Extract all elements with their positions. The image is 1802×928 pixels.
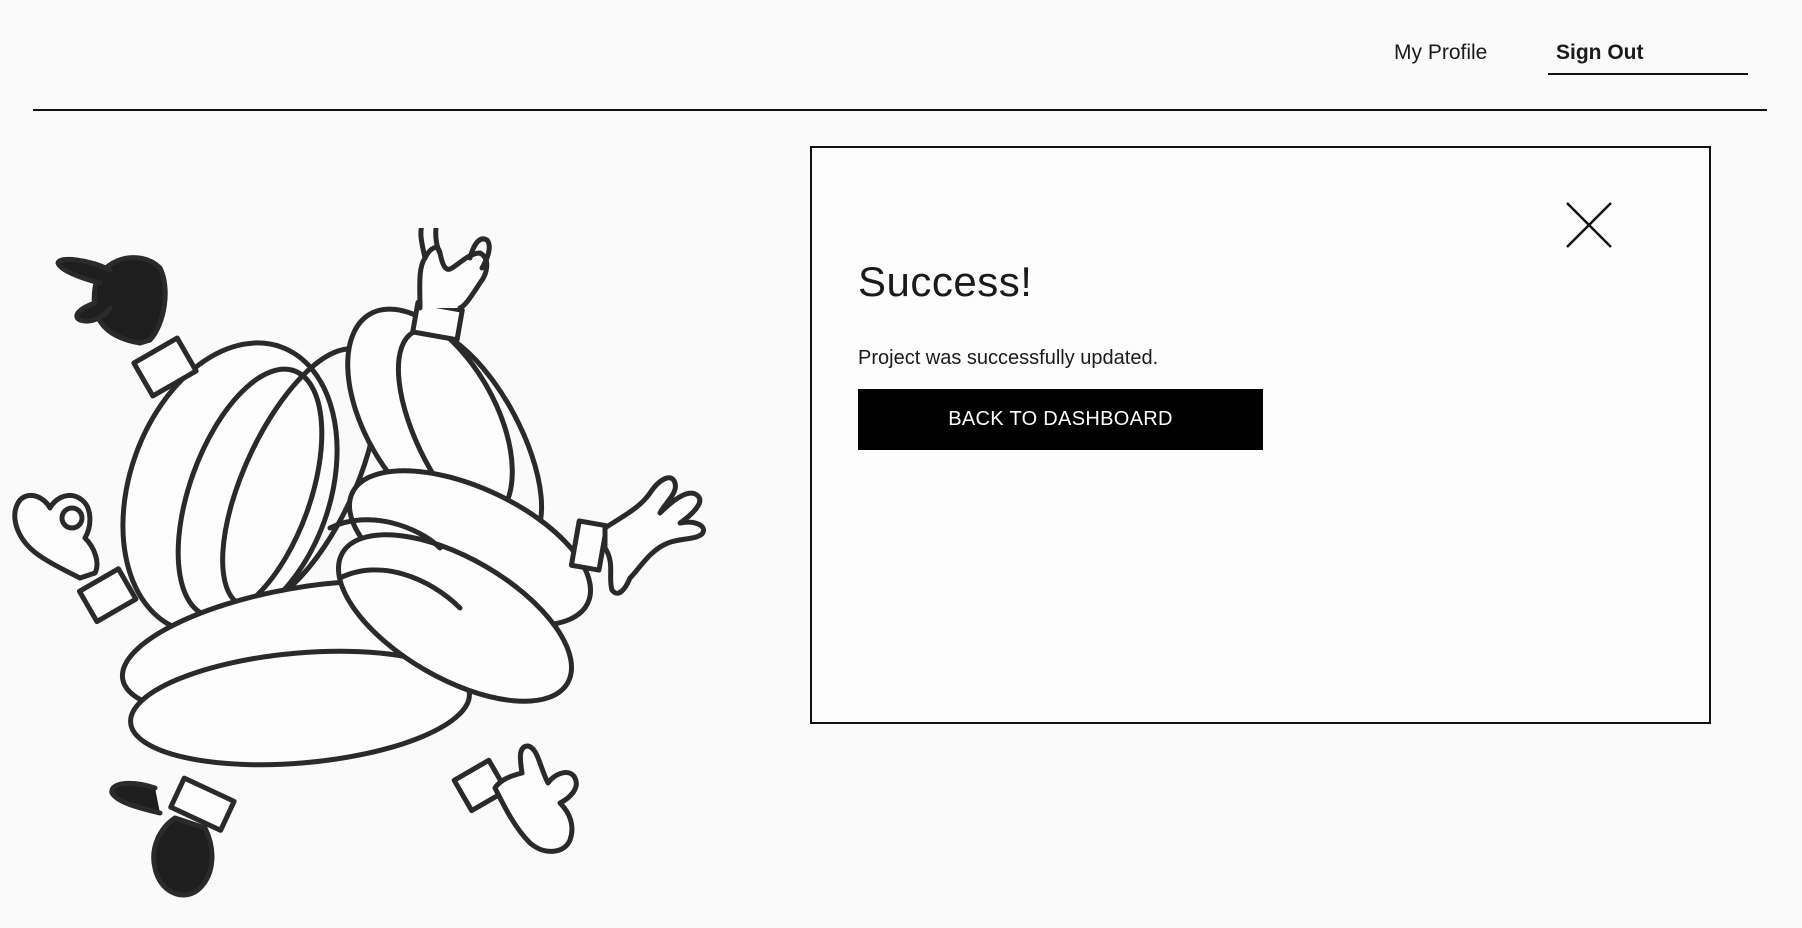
back-to-dashboard-button[interactable]: BACK TO DASHBOARD (858, 389, 1263, 450)
sign-out-link[interactable]: Sign Out (1548, 40, 1748, 75)
header-divider (33, 109, 1767, 111)
success-page: My Profile Sign Out Success! Project was… (0, 0, 1802, 928)
modal-title: Success! (858, 258, 1033, 305)
modal-message: Project was successfully updated. (858, 347, 1159, 369)
my-profile-link[interactable]: My Profile (1394, 40, 1487, 66)
success-modal: Success! Project was successfully update… (810, 146, 1711, 724)
close-icon[interactable] (1564, 200, 1614, 250)
top-nav: My Profile Sign Out (0, 0, 1802, 110)
arms-knot-illustration (0, 228, 720, 928)
